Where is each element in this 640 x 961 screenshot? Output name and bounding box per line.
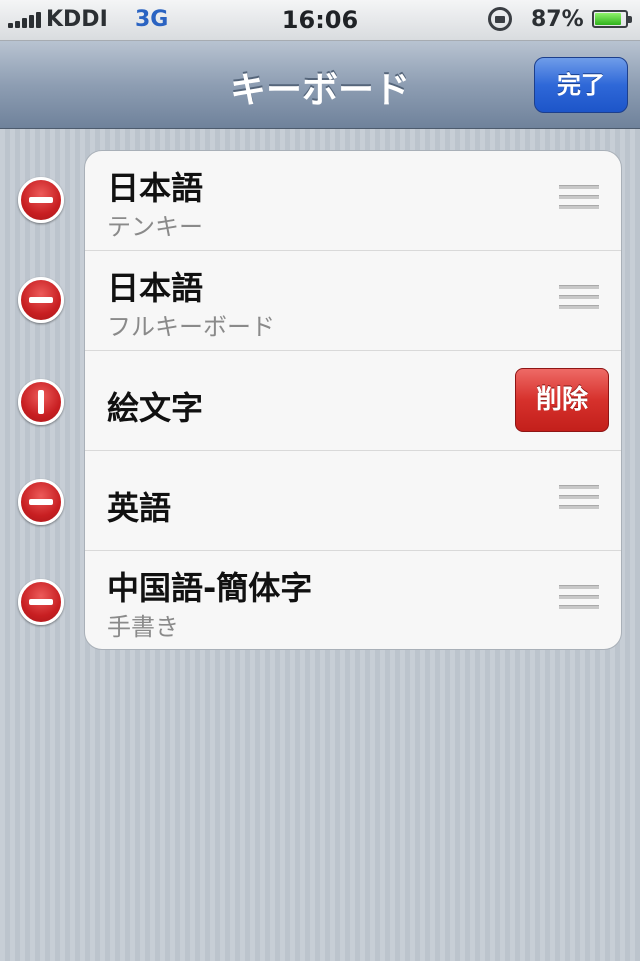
- keyboard-subtitle: フルキーボード: [107, 313, 275, 341]
- rotation-lock-icon: [488, 7, 512, 31]
- navigation-bar: キーボード 完了: [0, 41, 640, 129]
- reorder-grip-icon[interactable]: [559, 485, 599, 517]
- delete-button[interactable]: 削除: [515, 368, 609, 432]
- keyboard-list: 日本語 テンキー 日本語 フルキーボード 絵文字 削除 英語 中国語-簡体字 手…: [84, 150, 622, 650]
- keyboard-row[interactable]: 中国語-簡体字 手書き: [85, 551, 621, 649]
- battery-icon: [592, 10, 632, 28]
- done-button[interactable]: 完了: [534, 57, 628, 113]
- keyboard-row[interactable]: 英語: [85, 451, 621, 551]
- battery-level-fill: [595, 13, 621, 25]
- keyboard-title: 中国語-簡体字: [107, 569, 313, 607]
- keyboard-row[interactable]: 絵文字 削除: [85, 351, 621, 451]
- reorder-grip-icon[interactable]: [559, 185, 599, 217]
- delete-control-icon[interactable]: [18, 277, 64, 323]
- reorder-grip-icon[interactable]: [559, 285, 599, 317]
- keyboard-subtitle: 手書き: [107, 613, 179, 641]
- battery-percent: 87%: [531, 7, 584, 32]
- keyboard-title: 日本語: [107, 169, 204, 207]
- keyboard-subtitle: テンキー: [107, 213, 203, 241]
- keyboard-title: 日本語: [107, 269, 204, 307]
- keyboard-row[interactable]: 日本語 フルキーボード: [85, 251, 621, 351]
- delete-control-icon[interactable]: [18, 579, 64, 625]
- keyboard-title: 絵文字: [107, 389, 204, 427]
- reorder-grip-icon[interactable]: [559, 585, 599, 617]
- delete-control-icon[interactable]: [18, 177, 64, 223]
- keyboard-row[interactable]: 日本語 テンキー: [85, 151, 621, 251]
- delete-control-icon-active[interactable]: [18, 379, 64, 425]
- delete-control-icon[interactable]: [18, 479, 64, 525]
- keyboard-title: 英語: [107, 489, 172, 527]
- status-bar: KDDI 3G 16:06 87%: [0, 0, 640, 41]
